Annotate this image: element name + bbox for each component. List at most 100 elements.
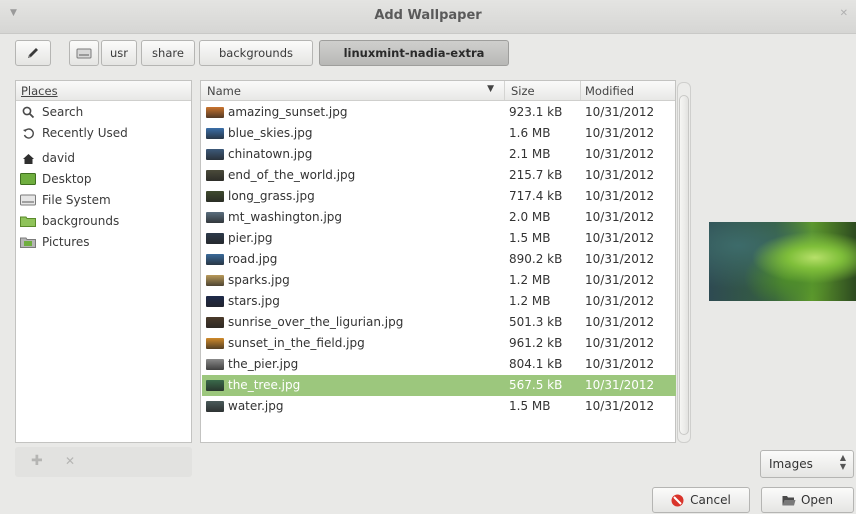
places-pane: Places Search Recently Used david Deskto… xyxy=(15,80,192,443)
file-modified: 10/31/2012 xyxy=(585,315,655,329)
file-size: 1.5 MB xyxy=(509,399,551,413)
file-row[interactable]: end_of_the_world.jpg 215.7 kB 10/31/2012 xyxy=(202,165,676,186)
column-size-label: Size xyxy=(511,84,535,98)
scrollbar-thumb[interactable] xyxy=(679,95,689,435)
drive-icon xyxy=(76,48,92,59)
image-file-icon xyxy=(206,212,224,223)
file-row[interactable]: sparks.jpg 1.2 MB 10/31/2012 xyxy=(202,270,676,291)
file-size: 804.1 kB xyxy=(509,357,563,371)
file-name: pier.jpg xyxy=(228,231,273,245)
file-name: amazing_sunset.jpg xyxy=(228,105,348,119)
file-name: sparks.jpg xyxy=(228,273,290,287)
file-size: 567.5 kB xyxy=(509,378,563,392)
file-row[interactable]: amazing_sunset.jpg 923.1 kB 10/31/2012 xyxy=(202,102,676,123)
file-modified: 10/31/2012 xyxy=(585,231,655,245)
file-row[interactable]: the_pier.jpg 804.1 kB 10/31/2012 xyxy=(202,354,676,375)
search-icon xyxy=(20,106,36,118)
home-icon xyxy=(20,152,36,164)
file-list-scrollbar[interactable] xyxy=(677,82,691,443)
image-preview xyxy=(709,222,856,301)
cancel-button-label: Cancel xyxy=(690,493,731,507)
places-item-pictures[interactable]: Pictures xyxy=(20,232,90,252)
file-row[interactable]: water.jpg 1.5 MB 10/31/2012 xyxy=(202,396,676,417)
image-file-icon xyxy=(206,401,224,412)
sort-descending-icon: ▼ xyxy=(487,84,494,94)
close-icon[interactable]: ✕ xyxy=(840,8,848,19)
file-type-select[interactable]: Images ▲ ▼ xyxy=(760,450,854,478)
file-size: 1.2 MB xyxy=(509,273,551,287)
file-modified: 10/31/2012 xyxy=(585,210,655,224)
file-size: 215.7 kB xyxy=(509,168,563,182)
places-item-label: File System xyxy=(42,193,111,207)
drive-icon xyxy=(20,194,36,206)
places-item-recent[interactable]: Recently Used xyxy=(20,123,128,143)
path-segment-current[interactable]: linuxmint-nadia-extra xyxy=(319,40,509,66)
file-modified: 10/31/2012 xyxy=(585,252,655,266)
column-modified[interactable]: Modified xyxy=(581,81,676,100)
file-name: stars.jpg xyxy=(228,294,280,308)
image-file-icon xyxy=(206,233,224,244)
places-item-home[interactable]: david xyxy=(20,148,75,168)
cancel-button[interactable]: Cancel xyxy=(652,487,750,513)
file-row[interactable]: sunset_in_the_field.jpg 961.2 kB 10/31/201… xyxy=(202,333,676,354)
file-modified: 10/31/2012 xyxy=(585,168,655,182)
places-item-label: Pictures xyxy=(42,235,90,249)
folder-icon xyxy=(20,215,36,227)
file-modified: 10/31/2012 xyxy=(585,399,655,413)
file-row[interactable]: stars.jpg 1.2 MB 10/31/2012 xyxy=(202,291,676,312)
open-folder-icon xyxy=(782,495,796,505)
path-segment-share[interactable]: share xyxy=(141,40,195,66)
file-size: 1.2 MB xyxy=(509,294,551,308)
file-size: 2.1 MB xyxy=(509,147,551,161)
file-row[interactable]: long_grass.jpg 717.4 kB 10/31/2012 xyxy=(202,186,676,207)
open-button[interactable]: Open xyxy=(761,487,854,513)
file-modified: 10/31/2012 xyxy=(585,105,655,119)
file-name: long_grass.jpg xyxy=(228,189,315,203)
file-name: sunrise_over_the_ligurian.jpg xyxy=(228,315,404,329)
title-bar: ▼ Add Wallpaper ✕ xyxy=(0,0,856,34)
pencil-icon xyxy=(28,48,38,58)
path-root-button[interactable] xyxy=(69,40,99,66)
edit-path-button[interactable] xyxy=(15,40,51,66)
places-item-search[interactable]: Search xyxy=(20,102,83,122)
image-file-icon xyxy=(206,359,224,370)
column-size[interactable]: Size xyxy=(505,81,581,100)
file-name: end_of_the_world.jpg xyxy=(228,168,356,182)
file-row[interactable]: the_tree.jpg 567.5 kB 10/31/2012 xyxy=(202,375,676,396)
column-name[interactable]: Name ▼ xyxy=(201,81,505,100)
image-file-icon xyxy=(206,170,224,181)
path-segment-usr[interactable]: usr xyxy=(101,40,137,66)
file-size: 501.3 kB xyxy=(509,315,563,329)
places-item-filesystem[interactable]: File System xyxy=(20,190,111,210)
file-size: 2.0 MB xyxy=(509,210,551,224)
file-modified: 10/31/2012 xyxy=(585,273,655,287)
file-size: 1.5 MB xyxy=(509,231,551,245)
file-row[interactable]: blue_skies.jpg 1.6 MB 10/31/2012 xyxy=(202,123,676,144)
file-size: 890.2 kB xyxy=(509,252,563,266)
cancel-icon xyxy=(671,494,684,506)
file-row[interactable]: road.jpg 890.2 kB 10/31/2012 xyxy=(202,249,676,270)
file-row[interactable]: chinatown.jpg 2.1 MB 10/31/2012 xyxy=(202,144,676,165)
image-file-icon xyxy=(206,107,224,118)
files-header: Name ▼ Size Modified xyxy=(201,81,675,101)
files-pane: Name ▼ Size Modified amazing_sunset.jpg 9… xyxy=(200,80,676,443)
image-file-icon xyxy=(206,275,224,286)
file-row[interactable]: mt_washington.jpg 2.0 MB 10/31/2012 xyxy=(202,207,676,228)
file-modified: 10/31/2012 xyxy=(585,189,655,203)
image-file-icon xyxy=(206,128,224,139)
file-name: road.jpg xyxy=(228,252,278,266)
places-item-desktop[interactable]: Desktop xyxy=(20,169,92,189)
window-title: Add Wallpaper xyxy=(374,8,482,23)
pictures-icon xyxy=(20,236,36,248)
path-segment-backgrounds[interactable]: backgrounds xyxy=(199,40,313,66)
places-item-backgrounds[interactable]: backgrounds xyxy=(20,211,119,231)
image-file-icon xyxy=(206,149,224,160)
places-header[interactable]: Places xyxy=(16,81,191,101)
add-bookmark-icon[interactable]: ✚ xyxy=(31,453,43,469)
file-row[interactable]: pier.jpg 1.5 MB 10/31/2012 xyxy=(202,228,676,249)
file-row[interactable]: sunrise_over_the_ligurian.jpg 501.3 kB 10/… xyxy=(202,312,676,333)
file-modified: 10/31/2012 xyxy=(585,294,655,308)
image-file-icon xyxy=(206,191,224,202)
file-size: 961.2 kB xyxy=(509,336,563,350)
remove-bookmark-icon[interactable]: ✕ xyxy=(65,454,75,468)
